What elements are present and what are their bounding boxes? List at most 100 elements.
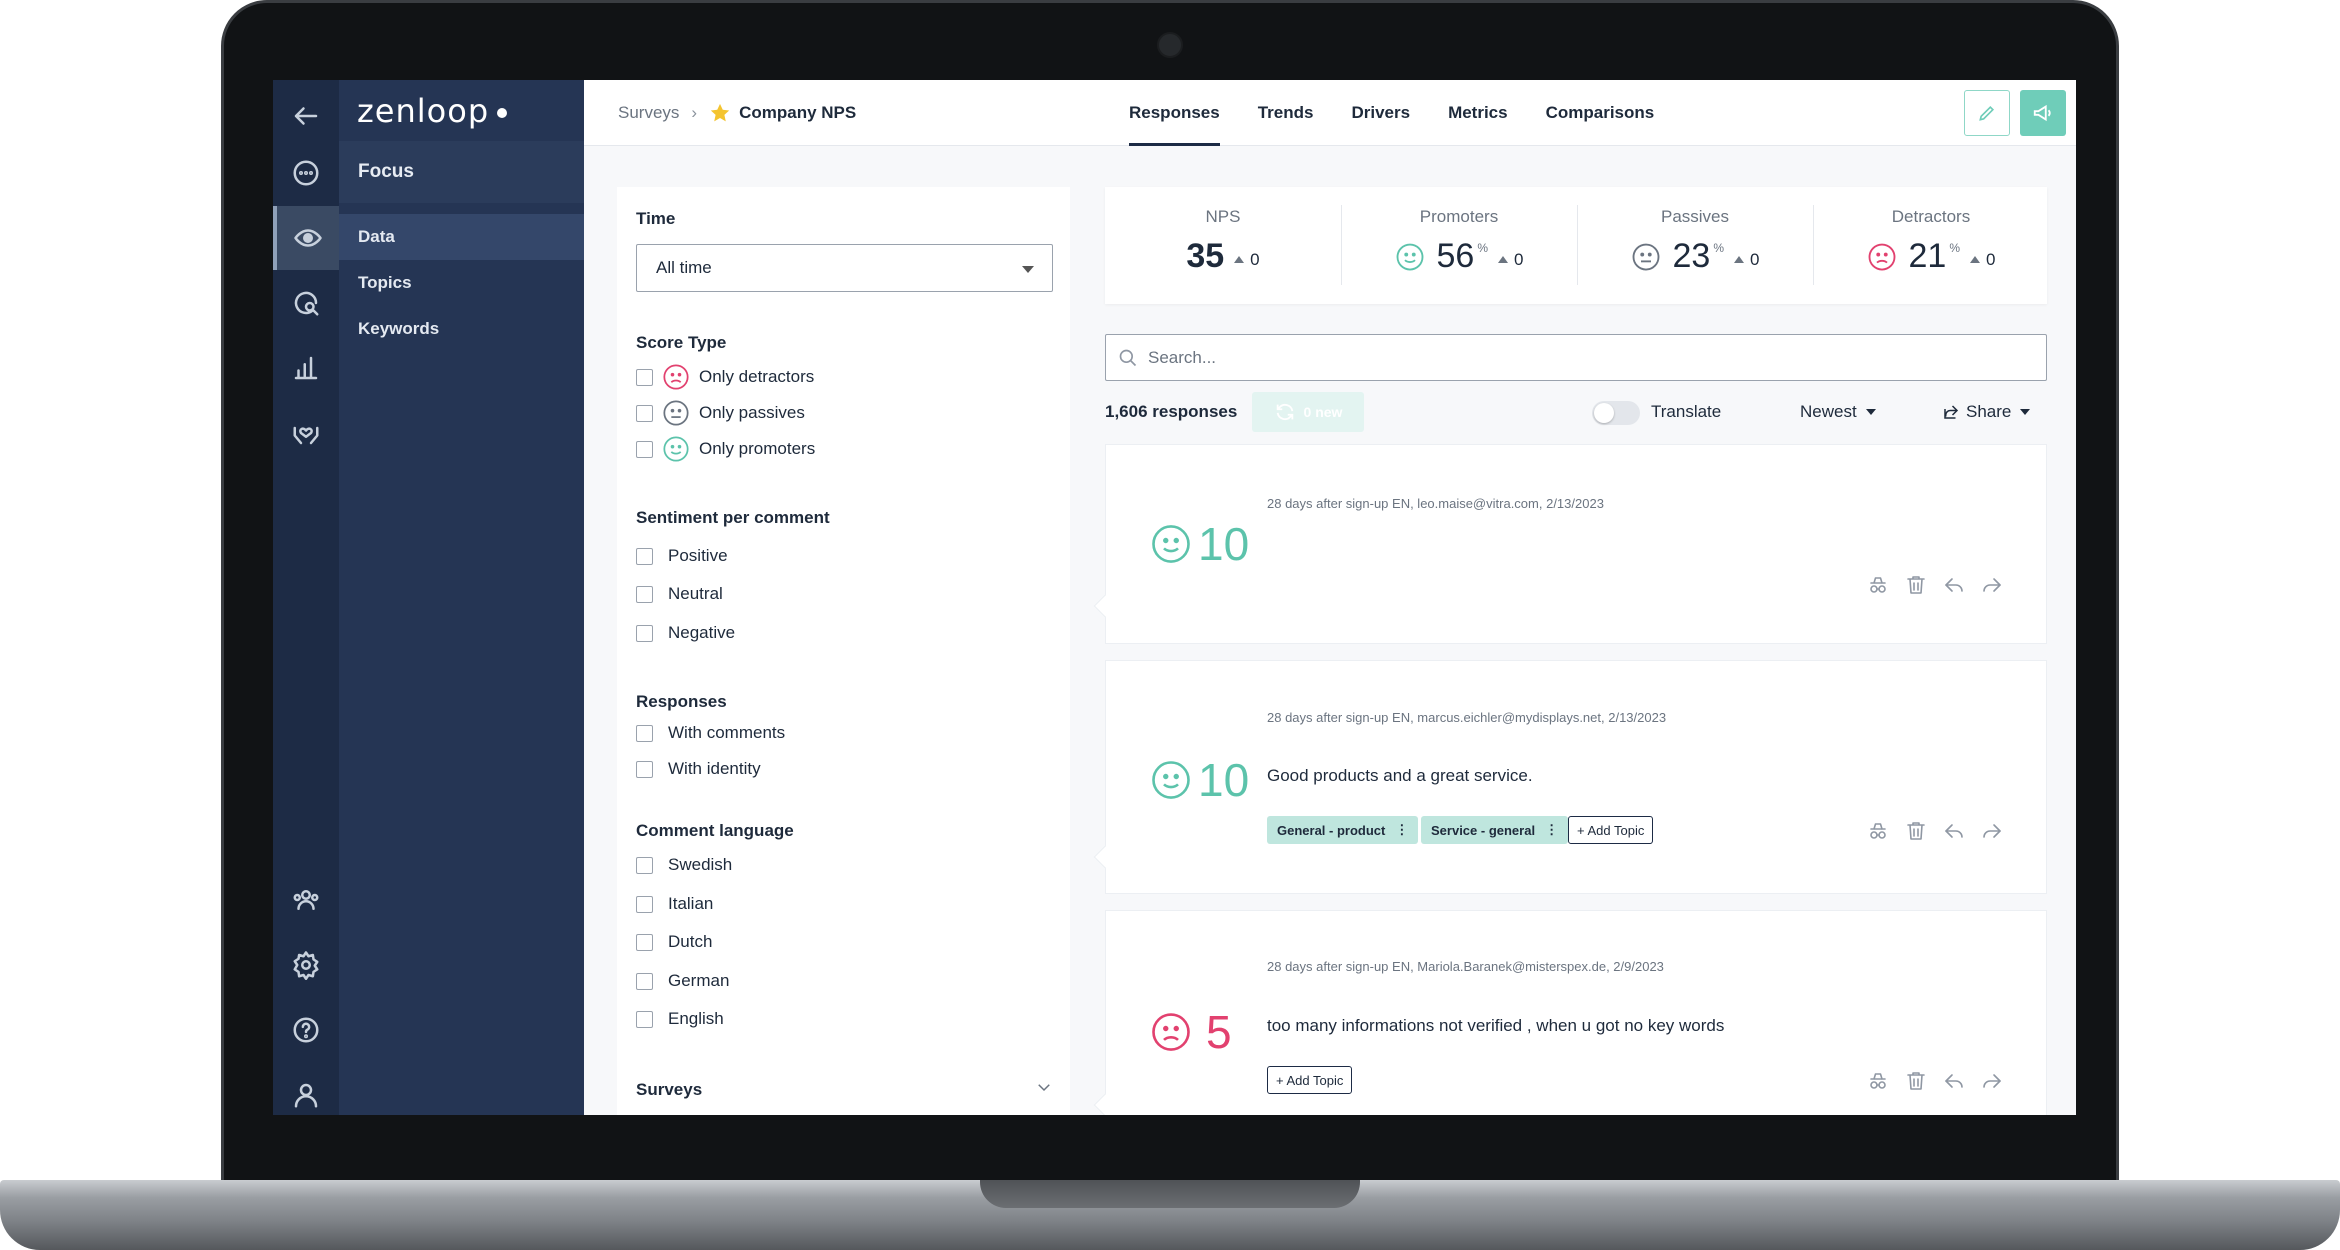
topic-chip[interactable]: General - product ⋮	[1267, 816, 1419, 844]
checkbox-only-promoters[interactable]: Only promoters	[636, 435, 815, 463]
checkbox-box[interactable]	[636, 1010, 653, 1028]
reply-icon[interactable]	[1942, 573, 1966, 597]
megaphone-icon	[2033, 104, 2051, 122]
search-icon	[1119, 349, 1137, 367]
add-topic-button[interactable]: + Add Topic	[1267, 1066, 1353, 1094]
back-button[interactable]	[273, 84, 339, 148]
checkbox-box[interactable]	[636, 856, 653, 874]
share-icon	[1944, 405, 1959, 419]
checkbox-english[interactable]: English	[636, 1009, 724, 1029]
topic-chip[interactable]: Service - general ⋮	[1421, 816, 1569, 844]
response-card[interactable]: 10 28 days after sign-up EN, leo.maise@v…	[1093, 444, 2047, 644]
time-select-value: All time	[656, 258, 712, 277]
kebab-menu-icon[interactable]: ⋮	[1545, 822, 1558, 838]
subnav-item-topics[interactable]: Topics	[339, 260, 584, 306]
response-card[interactable]: 10 28 days after sign-up EN, marcus.eich…	[1093, 660, 2047, 894]
rail-team[interactable]	[273, 868, 339, 932]
stat-passives: Passives 23 % 0	[1577, 187, 1813, 304]
tab-drivers[interactable]: Drivers	[1351, 80, 1410, 146]
forward-icon[interactable]	[1980, 573, 2004, 597]
checkbox-box[interactable]	[636, 972, 653, 990]
checkbox-only-detractors[interactable]: Only detractors	[636, 363, 814, 391]
stat-promoters: Promoters 56 % 0	[1341, 187, 1577, 304]
announce-button[interactable]	[2020, 90, 2066, 136]
checkbox-with-comments[interactable]: With comments	[636, 723, 785, 743]
forward-icon[interactable]	[1980, 1069, 2004, 1093]
checkbox-box[interactable]	[636, 624, 653, 642]
checkbox-neutral[interactable]: Neutral	[636, 584, 723, 604]
tab-responses[interactable]: Responses	[1129, 80, 1220, 146]
checkbox-with-identity[interactable]: With identity	[636, 759, 761, 779]
stat-percent: %	[1949, 241, 1961, 255]
forward-icon[interactable]	[1980, 819, 2004, 843]
stat-label: NPS	[1205, 207, 1241, 226]
tab-metrics[interactable]: Metrics	[1448, 80, 1508, 146]
share-dropdown[interactable]: Share	[1942, 392, 2031, 432]
stat-delta-value: 0	[1750, 249, 1760, 269]
rail-focus[interactable]	[273, 206, 339, 270]
response-actions	[1866, 573, 2004, 597]
share-label: Share	[1966, 402, 2012, 421]
filter-surveys-label[interactable]: Surveys	[636, 1080, 702, 1100]
checkbox-box[interactable]	[636, 585, 653, 603]
kebab-menu-icon[interactable]: ⋮	[1395, 822, 1408, 838]
trash-icon[interactable]	[1904, 573, 1928, 597]
laptop-notch	[980, 1180, 1360, 1208]
checkbox-box[interactable]	[636, 547, 653, 565]
checkbox-swedish[interactable]: Swedish	[636, 855, 732, 875]
reply-icon[interactable]	[1942, 1069, 1966, 1093]
subnav-item-keywords[interactable]: Keywords	[339, 306, 584, 352]
trash-icon[interactable]	[1904, 819, 1928, 843]
checkbox-box[interactable]	[636, 440, 653, 458]
anonymous-icon[interactable]	[1866, 1069, 1890, 1093]
tab-comparisons[interactable]: Comparisons	[1546, 80, 1655, 146]
response-card[interactable]: 5 28 days after sign-up EN, Mariola.Bara…	[1093, 910, 2047, 1115]
reply-icon[interactable]	[1942, 819, 1966, 843]
breadcrumb-surveys[interactable]: Surveys	[618, 103, 679, 123]
checkbox-italian[interactable]: Italian	[636, 894, 713, 914]
nps-summary: NPS 35 0 Promoters 56 % 0 Passives 23 %	[1105, 187, 2047, 304]
checkbox-label: German	[668, 971, 730, 990]
filter-time-label: Time	[636, 209, 676, 228]
anonymous-icon[interactable]	[1866, 819, 1890, 843]
subnav-item-data[interactable]: Data	[339, 214, 584, 260]
trash-icon[interactable]	[1904, 1069, 1928, 1093]
checkbox-box[interactable]	[636, 760, 653, 778]
add-topic-button[interactable]: + Add Topic	[1568, 816, 1654, 844]
rail-insights[interactable]	[273, 271, 339, 335]
tab-trends[interactable]: Trends	[1258, 80, 1314, 146]
rail-reports[interactable]	[273, 336, 339, 400]
rail-settings[interactable]	[273, 933, 339, 997]
stat-value: 21	[1908, 237, 1947, 275]
time-select[interactable]: All time	[636, 244, 1053, 292]
load-new-button[interactable]: 0 new	[1252, 392, 1364, 432]
checkbox-only-passives[interactable]: Only passives	[636, 399, 805, 427]
logo-text: zenloop	[357, 92, 490, 130]
translate-toggle[interactable]	[1592, 401, 1640, 425]
search-input[interactable]: Search...	[1105, 334, 2047, 381]
checkbox-box[interactable]	[636, 724, 653, 742]
checkbox-box[interactable]	[636, 933, 653, 951]
checkbox-negative[interactable]: Negative	[636, 623, 735, 643]
checkbox-box[interactable]	[636, 895, 653, 913]
checkbox-box[interactable]	[636, 404, 653, 422]
camera	[1157, 32, 1183, 58]
anonymous-icon[interactable]	[1866, 573, 1890, 597]
star-icon[interactable]	[709, 102, 731, 124]
topic-label: Service - general	[1431, 822, 1536, 838]
checkbox-positive[interactable]: Positive	[636, 546, 728, 566]
eye-icon	[294, 229, 322, 247]
chevron-down-icon[interactable]	[1035, 1078, 1053, 1096]
edit-button[interactable]	[1964, 90, 2010, 136]
rail-help[interactable]	[273, 998, 339, 1062]
zenloop-logo[interactable]: zenloop	[357, 84, 508, 138]
card-pointer	[1093, 845, 1117, 869]
checkbox-dutch[interactable]: Dutch	[636, 932, 712, 952]
checkbox-box[interactable]	[636, 368, 653, 386]
response-meta: 28 days after sign-up EN, Mariola.Barane…	[1267, 959, 1664, 974]
checkbox-german[interactable]: German	[636, 971, 729, 991]
rail-care[interactable]	[273, 401, 339, 465]
rail-messages[interactable]	[273, 141, 339, 205]
sort-dropdown[interactable]: Newest	[1800, 392, 1876, 432]
rail-profile[interactable]	[273, 1063, 339, 1115]
